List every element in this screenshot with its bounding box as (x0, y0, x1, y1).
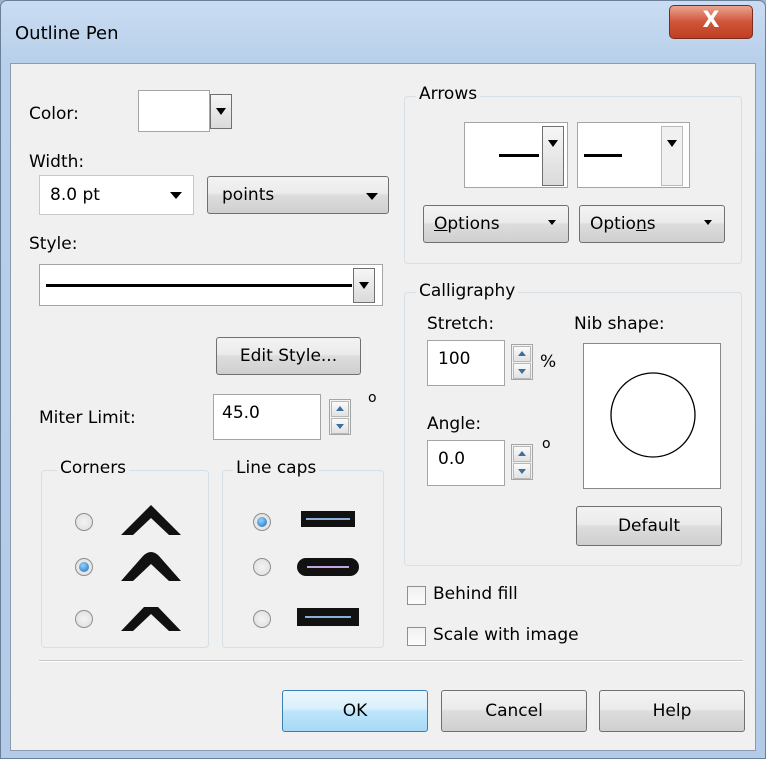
help-button[interactable]: Help (599, 690, 745, 732)
round-corner-icon (121, 552, 181, 581)
degree-unit: o (368, 390, 377, 406)
solid-line-style-icon (46, 284, 352, 287)
round-nib-icon (610, 372, 696, 458)
chevron-down-icon (170, 192, 182, 199)
miter-corner-icon (121, 505, 181, 535)
stretch-input[interactable]: 100 (427, 340, 505, 386)
style-dropdown[interactable] (39, 264, 383, 306)
miter-limit-value: 45.0 (222, 403, 260, 423)
close-button[interactable]: X (669, 5, 753, 39)
linecap-radio-butt[interactable] (253, 513, 271, 531)
end-arrow-dropdown-button[interactable] (661, 126, 683, 186)
chevron-down-icon (548, 220, 556, 225)
default-button-label: Default (617, 516, 681, 536)
width-combo[interactable]: 8.0 pt (39, 175, 194, 215)
spin-up-arrow-icon[interactable] (513, 446, 531, 462)
close-icon: X (702, 8, 720, 33)
cancel-label: Cancel (485, 701, 543, 721)
stretch-spinner[interactable] (511, 344, 533, 380)
start-arrow-options-button[interactable]: Options (423, 205, 569, 243)
end-arrow-options-button[interactable]: Options (579, 205, 725, 243)
dialog-client-area: Color: Width: 8.0 pt points Style: Edit … (10, 63, 756, 751)
behind-fill-label[interactable]: Behind fill (433, 584, 518, 604)
color-label: Color: (29, 104, 79, 124)
footer-separator (39, 660, 743, 662)
help-label: Help (652, 701, 692, 721)
corner-radio-bevel[interactable] (75, 610, 93, 628)
color-dropdown-button[interactable] (210, 94, 232, 129)
line-caps-title: Line caps (233, 458, 320, 478)
angle-spinner[interactable] (511, 444, 533, 480)
spin-down-arrow-icon[interactable] (513, 463, 531, 479)
style-label: Style: (29, 234, 78, 254)
cancel-button[interactable]: Cancel (441, 690, 587, 732)
miter-limit-label: Miter Limit: (39, 408, 136, 428)
round-cap-icon (297, 558, 359, 576)
arrows-title: Arrows (416, 84, 481, 104)
linecap-radio-square[interactable] (253, 610, 271, 628)
spin-up-arrow-icon[interactable] (513, 346, 531, 362)
window-title: Outline Pen (15, 23, 119, 44)
width-units-value: points (222, 185, 275, 205)
edit-style-label: Edit Style... (239, 346, 338, 366)
width-units-dropdown[interactable]: points (207, 176, 389, 214)
scale-with-image-checkbox[interactable] (407, 627, 426, 646)
corner-radio-miter[interactable] (75, 513, 93, 531)
stretch-value: 100 (438, 349, 471, 369)
miter-limit-spinner[interactable] (329, 399, 351, 435)
angle-value: 0.0 (438, 449, 466, 469)
behind-fill-checkbox[interactable] (407, 586, 426, 605)
chevron-down-icon (366, 193, 378, 200)
edit-style-button[interactable]: Edit Style... (216, 337, 361, 375)
spin-down-arrow-icon[interactable] (513, 363, 531, 379)
square-cap-icon (297, 608, 359, 626)
default-nib-button[interactable]: Default (576, 506, 722, 546)
stretch-label: Stretch: (427, 314, 495, 334)
no-arrow-start-icon (499, 154, 539, 157)
nib-shape-preview[interactable] (583, 343, 721, 489)
corners-title: Corners (57, 458, 130, 478)
width-label: Width: (29, 152, 85, 172)
angle-input[interactable]: 0.0 (427, 440, 505, 486)
color-swatch (141, 93, 207, 129)
linecap-radio-round[interactable] (253, 558, 271, 576)
butt-cap-icon (301, 511, 355, 527)
miter-limit-input[interactable]: 45.0 (213, 394, 321, 440)
scale-with-image-label[interactable]: Scale with image (433, 625, 579, 645)
nib-shape-label: Nib shape: (574, 314, 665, 334)
chevron-down-icon (704, 220, 712, 225)
color-picker[interactable] (138, 90, 210, 132)
end-arrow-options-label: Options (590, 214, 656, 234)
style-dropdown-button[interactable] (353, 268, 375, 303)
no-arrow-end-icon (584, 154, 622, 157)
percent-unit: % (540, 352, 557, 372)
dialog-window: Outline Pen X Color: Width: 8.0 pt point… (0, 0, 766, 759)
start-arrow-dropdown-button[interactable] (542, 126, 564, 186)
corner-radio-round[interactable] (75, 558, 93, 576)
calligraphy-title: Calligraphy (416, 281, 519, 301)
width-value: 8.0 pt (50, 185, 100, 205)
spin-up-arrow-icon[interactable] (331, 401, 349, 417)
title-bar[interactable]: Outline Pen X (1, 1, 765, 63)
spin-down-arrow-icon[interactable] (331, 418, 349, 434)
bevel-corner-icon (121, 607, 181, 631)
ok-label: OK (342, 701, 368, 721)
ok-button[interactable]: OK (282, 690, 428, 732)
degree-unit: o (542, 436, 551, 452)
angle-label: Angle: (427, 414, 482, 434)
start-arrow-options-label: Options (434, 214, 500, 234)
